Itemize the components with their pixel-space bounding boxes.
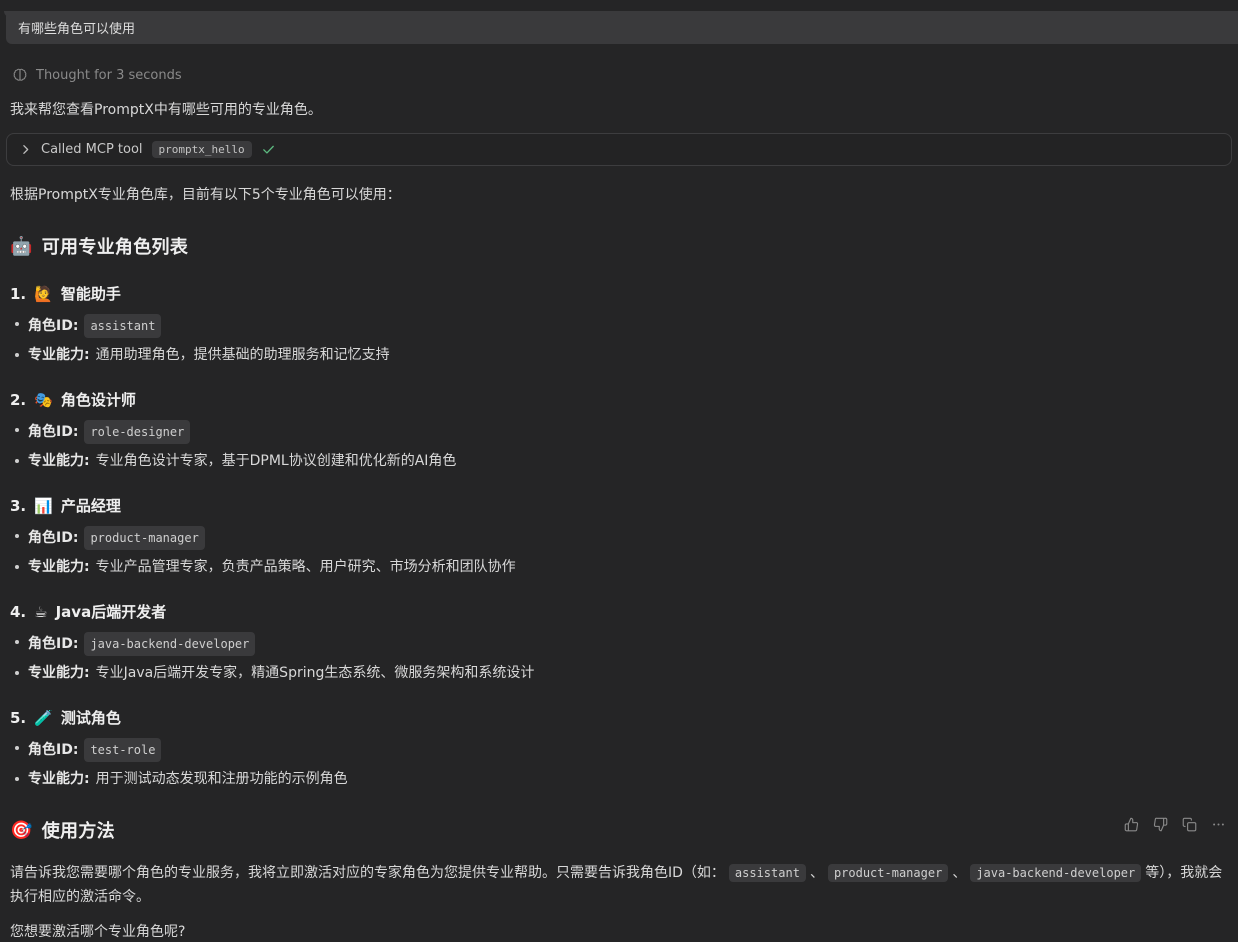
role-skill-item: 专业能力: 用于测试动态发现和注册功能的示例角色	[28, 769, 1228, 789]
mcp-tool-label: Called MCP tool	[41, 142, 143, 157]
role-name: Java后端开发者	[56, 601, 167, 622]
usage-section-title: 使用方法	[42, 817, 115, 843]
roles-section-heading: 🤖 可用专业角色列表	[0, 233, 1238, 259]
assistant-intro: 我来帮您查看PromptX中有哪些可用的专业角色。	[0, 100, 1238, 120]
coffee-icon: ☕	[34, 603, 47, 621]
thumbs-down-icon	[1153, 817, 1168, 832]
role-id-label: 角色ID:	[28, 528, 78, 548]
role-skill-item: 专业能力: 专业Java后端开发专家，精通Spring生态系统、微服务架构和系统设…	[28, 663, 1228, 683]
closing-question: 您想要激活哪个专业角色呢?	[0, 922, 1238, 942]
role-skill-label: 专业能力:	[28, 663, 90, 683]
role-id-item: 角色ID: test-role	[28, 738, 1228, 762]
brain-icon	[12, 67, 28, 83]
thumbs-up-icon	[1124, 817, 1139, 832]
role-id-code: product-manager	[84, 526, 204, 550]
role-heading: 1. 🙋 智能助手	[0, 283, 1238, 304]
role-id-code: role-designer	[84, 420, 190, 444]
role-name: 智能助手	[61, 283, 121, 304]
message-action-bar	[1123, 816, 1226, 832]
role-skill-item: 专业能力: 专业产品管理专家，负责产品策略、用户研究、市场分析和团队协作	[28, 557, 1228, 577]
role-number: 4.	[10, 603, 26, 621]
test-tube-icon: 🧪	[34, 709, 53, 727]
usage-text: 请告诉我您需要哪个角色的专业服务，我将立即激活对应的专家角色为您提供专业帮助。只…	[10, 865, 725, 881]
role-id-label: 角色ID:	[28, 316, 78, 336]
inline-code-java-backend-developer: java-backend-developer	[970, 864, 1141, 882]
previous-message-remnant	[4, 11, 92, 17]
user-message-text: 有哪些角色可以使用	[18, 18, 135, 37]
check-icon	[261, 142, 276, 157]
role-name: 角色设计师	[61, 389, 136, 410]
role-id-code: test-role	[84, 738, 161, 762]
more-icon	[1211, 817, 1226, 832]
roles-section-title: 可用专业角色列表	[42, 233, 188, 259]
separator: 、	[810, 865, 824, 881]
role-skill-label: 专业能力:	[28, 345, 90, 365]
robot-icon: 🤖	[10, 236, 33, 257]
role-props: 角色ID: assistant 专业能力: 通用助理角色，提供基础的助理服务和记忆支…	[0, 314, 1238, 365]
role-name: 产品经理	[61, 495, 121, 516]
role-id-label: 角色ID:	[28, 422, 78, 442]
role-id-item: 角色ID: role-designer	[28, 420, 1228, 444]
chevron-right-icon	[19, 143, 32, 156]
role-number: 2.	[10, 391, 26, 409]
thumbs-up-button[interactable]	[1123, 816, 1139, 832]
role-skill-text: 用于测试动态发现和注册功能的示例角色	[96, 769, 348, 789]
role-number: 1.	[10, 285, 26, 303]
mcp-tool-call[interactable]: Called MCP tool promptx_hello	[6, 133, 1232, 166]
role-skill-text: 专业角色设计专家，基于DPML协议创建和优化新的AI角色	[96, 451, 457, 471]
mcp-tool-name-badge: promptx_hello	[152, 141, 252, 158]
usage-paragraph: 请告诉我您需要哪个角色的专业服务，我将立即激活对应的专家角色为您提供专业帮助。只…	[0, 861, 1238, 909]
masks-icon: 🎭	[34, 391, 53, 409]
role-skill-label: 专业能力:	[28, 557, 90, 577]
copy-icon	[1182, 817, 1197, 832]
thought-toggle[interactable]: Thought for 3 seconds	[12, 67, 1238, 83]
separator: 、	[952, 865, 966, 881]
role-skill-label: 专业能力:	[28, 451, 90, 471]
bar-chart-icon: 📊	[34, 497, 53, 515]
assistant-lead: 根据PromptX专业角色库，目前有以下5个专业角色可以使用：	[0, 185, 1238, 205]
role-props: 角色ID: java-backend-developer 专业能力: 专业Java后…	[0, 632, 1238, 683]
role-heading: 5. 🧪 测试角色	[0, 707, 1238, 728]
role-skill-label: 专业能力:	[28, 769, 90, 789]
target-icon: 🎯	[10, 820, 33, 841]
role-number: 3.	[10, 497, 26, 515]
role-name: 测试角色	[61, 707, 121, 728]
user-message: 有哪些角色可以使用	[6, 11, 1238, 44]
more-button[interactable]	[1210, 816, 1226, 832]
role-number: 5.	[10, 709, 26, 727]
role-skill-text: 专业Java后端开发专家，精通Spring生态系统、微服务架构和系统设计	[96, 663, 535, 683]
role-heading: 3. 📊 产品经理	[0, 495, 1238, 516]
role-props: 角色ID: product-manager 专业能力: 专业产品管理专家，负责产品策…	[0, 526, 1238, 577]
role-id-code: assistant	[84, 314, 161, 338]
copy-button[interactable]	[1181, 816, 1197, 832]
role-id-item: 角色ID: java-backend-developer	[28, 632, 1228, 656]
role-id-item: 角色ID: product-manager	[28, 526, 1228, 550]
inline-code-assistant: assistant	[729, 864, 806, 882]
role-skill-item: 专业能力: 专业角色设计专家，基于DPML协议创建和优化新的AI角色	[28, 451, 1228, 471]
role-heading: 4. ☕ Java后端开发者	[0, 601, 1238, 622]
role-props: 角色ID: role-designer 专业能力: 专业角色设计专家，基于DPML协…	[0, 420, 1238, 471]
usage-section-heading: 🎯 使用方法	[0, 817, 1238, 843]
role-id-label: 角色ID:	[28, 634, 78, 654]
role-skill-text: 通用助理角色，提供基础的助理服务和记忆支持	[96, 345, 390, 365]
thought-label: Thought for 3 seconds	[36, 68, 182, 83]
role-id-item: 角色ID: assistant	[28, 314, 1228, 338]
role-props: 角色ID: test-role 专业能力: 用于测试动态发现和注册功能的示例角色	[0, 738, 1238, 789]
role-id-code: java-backend-developer	[84, 632, 255, 656]
inline-code-product-manager: product-manager	[828, 864, 948, 882]
role-id-label: 角色ID:	[28, 740, 78, 760]
thumbs-down-button[interactable]	[1152, 816, 1168, 832]
role-heading: 2. 🎭 角色设计师	[0, 389, 1238, 410]
role-skill-text: 专业产品管理专家，负责产品策略、用户研究、市场分析和团队协作	[96, 557, 516, 577]
role-skill-item: 专业能力: 通用助理角色，提供基础的助理服务和记忆支持	[28, 345, 1228, 365]
raising-hand-icon: 🙋	[34, 285, 53, 303]
